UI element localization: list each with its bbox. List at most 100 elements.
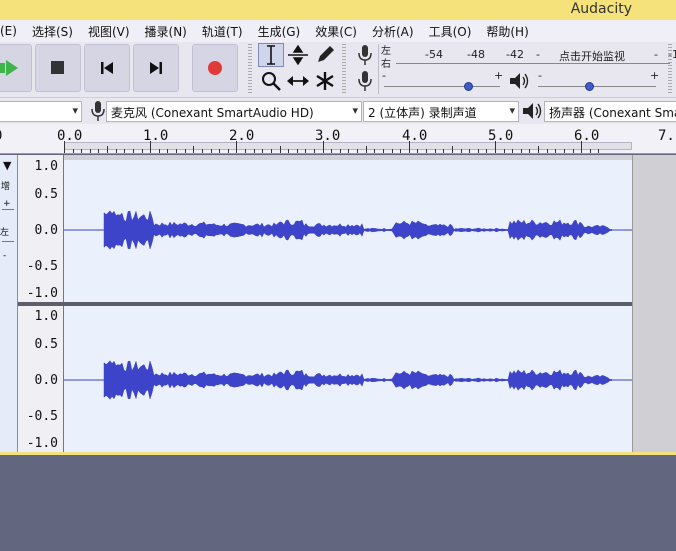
- menu-generate[interactable]: 生成(G): [251, 23, 309, 40]
- draw-tool-button[interactable]: [312, 43, 338, 67]
- recording-channels-select[interactable]: 2 (立体声) 录制声道 ▾: [363, 101, 519, 122]
- timeline-ruler[interactable]: 0 0.0 1.0 2.0 3.0 4.0 5.0 6.0 7.: [0, 124, 676, 154]
- meter-tick-dash: -: [654, 48, 658, 61]
- vertical-scale-right[interactable]: 1.0 0.5 0.0 -0.5 -1.0: [18, 306, 64, 453]
- envelope-tool-button[interactable]: [285, 43, 311, 67]
- ruler-tick: [426, 149, 428, 153]
- skip-to-start-button[interactable]: [84, 44, 130, 92]
- play-icon: [0, 60, 18, 76]
- scale-label: -1.0: [26, 436, 58, 451]
- ruler-tick: [495, 141, 496, 153]
- skip-to-end-icon: [150, 62, 162, 74]
- recording-volume-slider[interactable]: [384, 80, 500, 94]
- track-control-panel[interactable]: ▼ 增 + 左 -: [0, 155, 18, 453]
- ruler-tick: [253, 149, 255, 153]
- play-button[interactable]: [0, 44, 32, 92]
- recording-meter[interactable]: -54 -48 -42 - 点击开始监视 -: [396, 44, 670, 64]
- stop-icon: [51, 61, 64, 74]
- ruler-tick: [348, 149, 350, 153]
- vertical-scale-left[interactable]: 1.0 0.5 0.0 -0.5 -1.0: [18, 155, 64, 302]
- waveform-channel-left[interactable]: [64, 160, 632, 302]
- ruler-tick: [391, 149, 393, 153]
- multi-tool-icon: [316, 72, 334, 90]
- ruler-tick: [64, 141, 65, 153]
- stop-button[interactable]: [35, 44, 81, 92]
- ruler-tick: [184, 149, 186, 153]
- menu-view[interactable]: 视图(V): [81, 23, 138, 40]
- pan-slider[interactable]: [2, 241, 14, 242]
- ruler-tick: [72, 149, 74, 153]
- menu-help[interactable]: 帮助(H): [479, 23, 536, 40]
- record-icon: [208, 61, 222, 75]
- ruler-tick: [581, 141, 583, 153]
- menu-tracks[interactable]: 轨道(T): [195, 23, 251, 40]
- ruler-tick: [357, 149, 359, 153]
- ruler-tick: [563, 149, 565, 153]
- scale-label: 0.5: [34, 337, 58, 352]
- ruler-tick: [98, 149, 100, 153]
- selection-tool-button[interactable]: [258, 43, 284, 67]
- ruler-tick: [451, 146, 453, 153]
- ruler-tick: [408, 141, 410, 153]
- menu-transport[interactable]: 播录(N): [138, 23, 195, 40]
- ruler-tick: [245, 149, 247, 153]
- device-toolbar: ▾ 麦克风 (Conexant SmartAudio HD) ▾ 2 (立体声)…: [0, 97, 676, 124]
- microphone-icon: [358, 71, 372, 91]
- toolbar-grip[interactable]: [342, 44, 346, 94]
- record-meter-button[interactable]: [352, 43, 378, 67]
- ruler-tick: [400, 149, 402, 153]
- menu-effect[interactable]: 效果(C): [308, 23, 365, 40]
- toolbars: 左 右 -54 -48 -42 - 点击开始监视 - -18 - + - +: [0, 42, 676, 97]
- ruler-tick: [201, 149, 203, 153]
- waveform-channel-right[interactable]: [64, 306, 632, 453]
- scale-label: 0.5: [34, 187, 58, 202]
- toolbar-grip[interactable]: [248, 44, 252, 94]
- ruler-tick: [555, 149, 557, 153]
- ruler-tick: [305, 149, 307, 153]
- ruler-tick: [374, 149, 376, 153]
- ruler-tick: [219, 149, 221, 153]
- playback-device-icon: [519, 99, 545, 123]
- ruler-tick: [365, 146, 367, 153]
- slider-knob[interactable]: [585, 82, 594, 91]
- playback-device-select[interactable]: 扬声器 (Conexant Sma: [544, 101, 676, 122]
- multi-tool-button[interactable]: [312, 69, 338, 93]
- audio-host-select[interactable]: ▾: [0, 101, 82, 122]
- playback-volume-icon-button: [506, 69, 532, 93]
- skip-to-start-icon: [101, 62, 113, 74]
- ruler-tick: [598, 149, 600, 153]
- ruler-tick: [339, 149, 341, 153]
- playback-device-value: 扬声器 (Conexant Sma: [549, 106, 676, 120]
- ruler-tick: [296, 149, 298, 153]
- zoom-tool-button[interactable]: [258, 69, 284, 93]
- slider-knob[interactable]: [464, 82, 473, 91]
- speaker-icon: [510, 73, 529, 89]
- track-menu-arrow[interactable]: ▼: [3, 159, 11, 172]
- timeshift-tool-button[interactable]: [285, 69, 311, 93]
- ruler-tick: [150, 141, 152, 153]
- playback-volume-slider[interactable]: [538, 80, 656, 94]
- click-to-monitor-label[interactable]: 点击开始监视: [559, 48, 625, 64]
- record-button[interactable]: [192, 44, 238, 92]
- gain-slider[interactable]: [2, 209, 14, 210]
- ruler-tick: [227, 149, 229, 153]
- skip-to-end-button[interactable]: [133, 44, 179, 92]
- ruler-tick: [132, 149, 134, 153]
- chevron-down-icon: ▾: [509, 104, 515, 117]
- menu-edit[interactable]: (E): [0, 24, 25, 38]
- ruler-tick: [589, 149, 591, 153]
- meter-tick: -42: [506, 48, 524, 61]
- menu-tools[interactable]: 工具(O): [422, 23, 480, 40]
- ruler-tick: [322, 141, 324, 153]
- ruler-tick: [546, 149, 548, 153]
- menu-analyze[interactable]: 分析(A): [365, 23, 422, 40]
- scale-label: 1.0: [34, 309, 58, 324]
- slider-track: [538, 86, 656, 87]
- ruler-tick: [279, 146, 281, 153]
- ruler-tick: [158, 149, 160, 153]
- track-bottom-border: [0, 452, 676, 455]
- toolbar-grip[interactable]: [668, 44, 672, 94]
- menu-select[interactable]: 选择(S): [25, 23, 81, 40]
- ruler-tick: [141, 149, 143, 153]
- recording-device-select[interactable]: 麦克风 (Conexant SmartAudio HD) ▾: [106, 101, 362, 122]
